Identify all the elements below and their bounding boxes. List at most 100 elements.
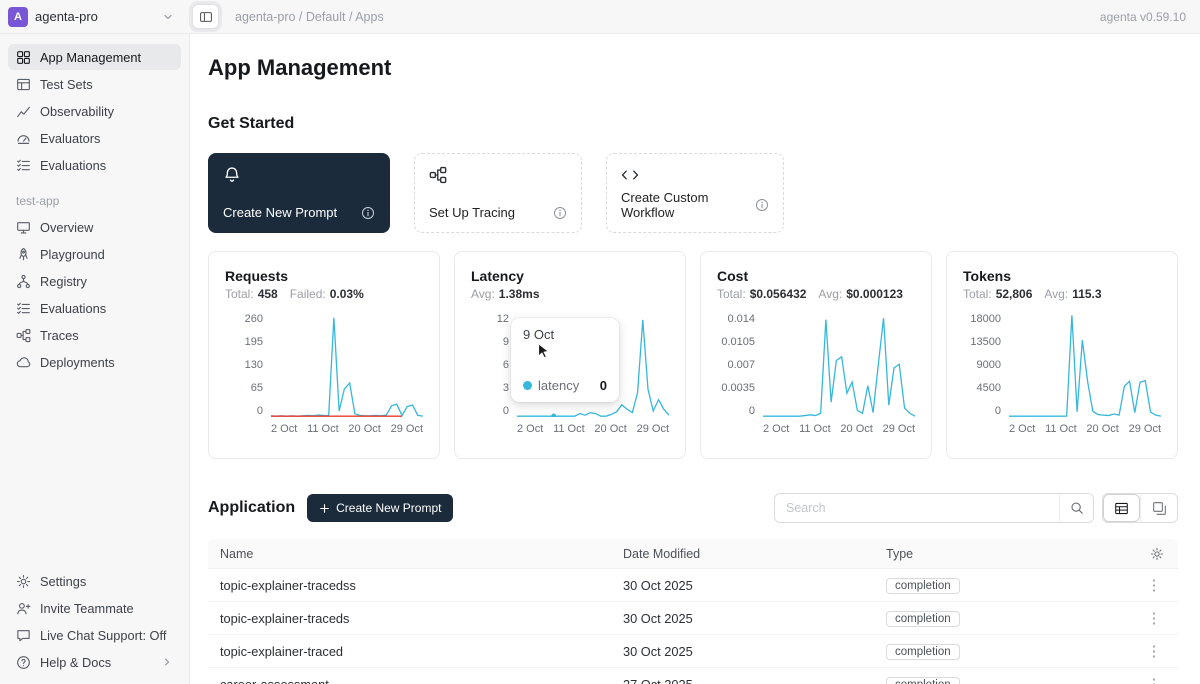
stat-meta-label: Failed:	[290, 287, 326, 301]
y-tick: 0	[257, 405, 263, 417]
sidebar-item-evaluators[interactable]: Evaluators	[8, 125, 181, 151]
sidebar-item-label: Observability	[40, 104, 114, 119]
chart-plot[interactable]	[763, 313, 915, 417]
x-tick: 29 Oct	[637, 423, 669, 435]
row-menu-button[interactable]: ⋮	[1139, 642, 1170, 660]
table-row[interactable]: topic-explainer-tracedss 30 Oct 2025 com…	[208, 569, 1178, 602]
y-tick: 0.007	[727, 359, 755, 371]
y-tick: 0.0105	[721, 336, 755, 348]
observability-icon	[16, 104, 31, 119]
sidebar-item-evaluations[interactable]: Evaluations	[8, 295, 181, 321]
registry-icon	[16, 274, 31, 289]
sidebar: App ManagementTest Sets Observability Eval…	[0, 34, 190, 684]
plus-icon	[319, 503, 330, 514]
page-title: App Management	[208, 55, 1178, 81]
stat-meta: Avg:1.38ms	[471, 287, 669, 301]
y-axis-labels: 260195130650	[225, 313, 263, 417]
gs-card-label: Create Custom Workflow	[621, 190, 755, 220]
y-tick: 12	[497, 313, 509, 325]
table-view-button[interactable]	[1103, 494, 1140, 522]
table-header: Name Date Modified Type	[208, 539, 1178, 569]
set-up-tracing-card[interactable]: Set Up Tracing	[414, 153, 582, 233]
stat-meta-label: Avg:	[471, 287, 495, 301]
sidebar-toggle-button[interactable]	[192, 4, 219, 29]
playground-icon	[16, 247, 31, 262]
column-header-type[interactable]: Type	[874, 547, 1130, 561]
card-view-button[interactable]	[1140, 494, 1177, 522]
table-row[interactable]: topic-explainer-traceds 30 Oct 2025 comp…	[208, 602, 1178, 635]
get-started-cards: Create New Prompt Set Up Tracing Create …	[208, 153, 1178, 233]
sidebar-item-help-docs[interactable]: Help & Docs	[8, 649, 181, 675]
stat-meta: Total:458Failed:0.03%	[225, 287, 423, 301]
code-icon	[621, 166, 769, 184]
application-header: Application Create New Prompt	[208, 493, 1178, 523]
workspace-name: agenta-pro	[35, 9, 98, 24]
card-view-icon	[1152, 501, 1167, 516]
app-name: topic-explainer-traced	[208, 644, 611, 659]
y-tick: 4500	[977, 382, 1001, 394]
search-button[interactable]	[1059, 494, 1093, 522]
breadcrumb[interactable]: agenta-pro / Default / Apps	[235, 10, 384, 24]
sidebar-item-live-chat-support-off[interactable]: Live Chat Support: Off	[8, 622, 181, 648]
view-toggle	[1102, 493, 1178, 523]
evaluations-icon	[16, 301, 31, 316]
sidebar-main-nav: App ManagementTest Sets Observability Eval…	[8, 44, 181, 179]
create-new-prompt-card[interactable]: Create New Prompt	[208, 153, 390, 233]
column-header-date-modified[interactable]: Date Modified	[611, 547, 874, 561]
table-row[interactable]: career-assessment 27 Oct 2025 completion…	[208, 668, 1178, 684]
sidebar-item-label: Invite Teammate	[40, 601, 134, 616]
search-input[interactable]	[775, 494, 1059, 522]
sidebar-item-label: Playground	[40, 247, 105, 262]
y-tick: 0	[749, 405, 755, 417]
y-axis-labels: 0.0140.01050.0070.00350	[717, 313, 755, 417]
stat-meta-label: Total:	[963, 287, 992, 301]
chart-plot[interactable]	[1009, 313, 1161, 417]
column-header-name[interactable]: Name	[208, 547, 611, 561]
stat-card-tokens: Tokens Total:52,806Avg:115.3 18000135009…	[946, 251, 1178, 459]
evaluations-icon	[16, 158, 31, 173]
sidebar-item-observability[interactable]: Observability	[8, 98, 181, 124]
application-heading: Application	[208, 499, 295, 517]
stat-card-requests: Requests Total:458Failed:0.03% 260195130…	[208, 251, 440, 459]
sidebar-item-deployments[interactable]: Deployments	[8, 349, 181, 375]
search-icon	[1070, 501, 1084, 515]
sidebar-item-label: Evaluations	[40, 301, 106, 316]
info-icon[interactable]	[361, 206, 375, 220]
create-new-prompt-button[interactable]: Create New Prompt	[307, 494, 453, 522]
sidebar-item-label: Live Chat Support: Off	[40, 628, 166, 643]
info-icon[interactable]	[553, 206, 567, 220]
traces-icon	[16, 328, 31, 343]
sidebar-item-evaluations[interactable]: Evaluations	[8, 152, 181, 178]
sidebar-item-playground[interactable]: Playground	[8, 241, 181, 267]
workspace-selector[interactable]: A agenta-pro	[8, 7, 174, 27]
info-icon[interactable]	[755, 198, 769, 212]
table-row[interactable]: topic-explainer-traced 30 Oct 2025 compl…	[208, 635, 1178, 668]
tooltip-value: 0	[600, 378, 607, 393]
sidebar-item-app-management[interactable]: App Management	[8, 44, 181, 70]
sidebar-item-traces[interactable]: Traces	[8, 322, 181, 348]
sidebar-item-label: Settings	[40, 574, 86, 589]
x-tick: 2 Oct	[271, 423, 297, 435]
x-tick: 2 Oct	[763, 423, 789, 435]
sidebar-item-test-sets[interactable]: Test Sets	[8, 71, 181, 97]
create-custom-workflow-card[interactable]: Create Custom Workflow	[606, 153, 784, 233]
sidebar-app-nav: Overview Playground Registry Evaluations Tra…	[8, 214, 181, 376]
search-box	[774, 493, 1094, 523]
sidebar-item-settings[interactable]: Settings	[8, 568, 181, 594]
get-started-heading: Get Started	[208, 115, 1178, 133]
sidebar-item-label: Overview	[40, 220, 93, 235]
sidebar-item-invite-teammate[interactable]: Invite Teammate	[8, 595, 181, 621]
row-menu-button[interactable]: ⋮	[1139, 609, 1170, 627]
y-tick: 0.014	[727, 313, 755, 325]
sidebar-item-label: Traces	[40, 328, 79, 343]
row-menu-button[interactable]: ⋮	[1139, 675, 1170, 684]
sidebar-item-overview[interactable]: Overview	[8, 214, 181, 240]
stat-card-latency: Latency Avg:1.38ms 129630 2 Oct11 Oct20 …	[454, 251, 686, 459]
x-axis-labels: 2 Oct11 Oct20 Oct29 Oct	[517, 417, 669, 435]
sidebar-item-registry[interactable]: Registry	[8, 268, 181, 294]
type-badge: completion	[886, 578, 960, 594]
chart-plot[interactable]	[271, 313, 423, 417]
sidebar-item-label: Registry	[40, 274, 87, 289]
row-menu-button[interactable]: ⋮	[1139, 576, 1170, 594]
table-settings-gear-icon[interactable]	[1150, 547, 1164, 561]
